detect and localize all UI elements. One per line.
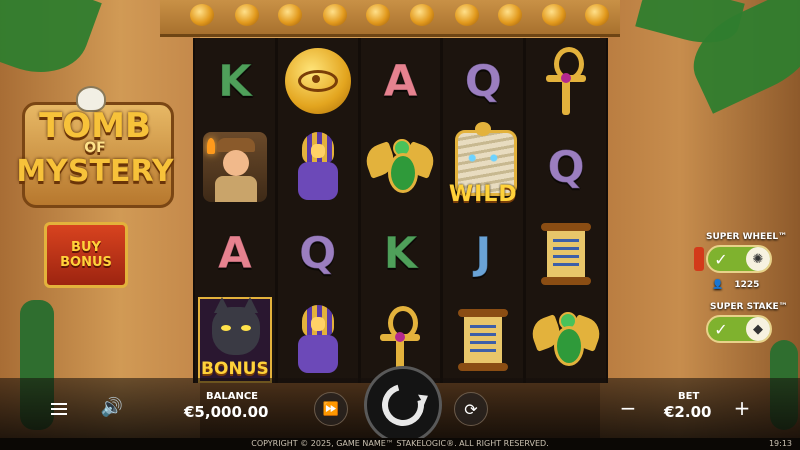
- symbol-letter: Q: [298, 228, 337, 280]
- symbol-pharaoh: [278, 124, 358, 210]
- symbol-scroll: [443, 297, 523, 383]
- symbol-a: A: [195, 211, 275, 297]
- super-stake-toggle[interactable]: ✓ ◆: [706, 315, 772, 343]
- super-wheel-indicator: [694, 247, 704, 271]
- symbol-j: J: [443, 211, 523, 297]
- symbol-k: K: [361, 211, 441, 297]
- clock: 19:13: [768, 439, 792, 448]
- symbol-explorer: [195, 124, 275, 210]
- reel-2: Q: [277, 38, 358, 383]
- orb-icon: [498, 4, 522, 26]
- wild-label: WILD: [448, 181, 518, 207]
- speaker-icon: 🔊: [100, 396, 124, 418]
- pharaoh-bust-icon: [294, 132, 342, 202]
- symbol-wild: WILD: [443, 122, 523, 210]
- reel-5: Q: [526, 38, 606, 383]
- explorer-icon: [202, 132, 267, 203]
- fast-forward-icon: ⏩: [322, 401, 340, 417]
- bet-decrease-button[interactable]: −: [616, 396, 640, 420]
- symbol-ankh: [526, 38, 606, 124]
- symbol-letter: Q: [464, 55, 502, 107]
- bet-increase-button[interactable]: +: [730, 396, 754, 420]
- autoplay-button[interactable]: ⟳: [454, 392, 488, 426]
- turbo-button[interactable]: ⏩: [314, 392, 348, 426]
- symbol-k: K: [195, 38, 275, 124]
- scarab-icon: [362, 137, 439, 197]
- check-icon: ✓: [714, 249, 728, 269]
- bast-cat-icon: BONUS: [197, 296, 272, 383]
- menu-button[interactable]: [46, 398, 72, 420]
- mummy-wild-icon: WILD: [447, 122, 519, 210]
- plus-icon: +: [733, 396, 751, 420]
- check-icon: ✓: [714, 319, 728, 339]
- symbol-scroll: [526, 211, 606, 297]
- balance-value: €5,000.00: [184, 403, 269, 421]
- reel-grid: K A BONUS Q A K Q WILD J Q: [193, 38, 608, 383]
- orb-icon: [585, 4, 609, 26]
- ankh-icon: [546, 47, 587, 116]
- orb-icon: [235, 4, 259, 26]
- symbol-q: Q: [443, 38, 523, 124]
- diamond-icon: ◆: [746, 317, 770, 341]
- game-logo: TOMB OF MYSTERY: [6, 86, 184, 210]
- user-icon: 👤: [712, 280, 724, 290]
- super-stake-label: SUPER STAKE™: [710, 302, 788, 312]
- eye-of-horus-coin-icon: [284, 48, 351, 115]
- orb-icon: [323, 4, 347, 26]
- super-wheel-count-value: 1225: [734, 280, 760, 290]
- ankh-icon: [380, 305, 421, 374]
- copyright-text: COPYRIGHT © 2025, GAME NAME™ STAKELOGIC®…: [251, 439, 549, 448]
- footer-bar: COPYRIGHT © 2025, GAME NAME™ STAKELOGIC®…: [0, 438, 800, 450]
- reel-4: Q WILD J: [443, 38, 524, 383]
- minus-icon: −: [619, 396, 637, 420]
- sound-button[interactable]: 🔊: [98, 394, 126, 420]
- orb-icon: [366, 4, 390, 26]
- papyrus-scroll-icon: [541, 221, 592, 287]
- balance-label: BALANCE: [206, 391, 259, 402]
- symbol-a: A: [361, 38, 441, 124]
- scarab-icon: [527, 310, 605, 370]
- bonus-label: BONUS: [201, 359, 269, 379]
- super-wheel-label: SUPER WHEEL™: [706, 232, 788, 242]
- reel-1: K A BONUS: [195, 38, 275, 383]
- spin-arrow-icon: [374, 376, 432, 434]
- symbol-pharaoh: [278, 297, 358, 383]
- papyrus-scroll-icon: [458, 307, 509, 373]
- buy-bonus-button[interactable]: BUY BONUS: [44, 222, 128, 288]
- orb-lintel: [160, 0, 620, 37]
- eye-orb-icon: [278, 4, 302, 26]
- symbol-letter: A: [383, 55, 418, 107]
- wheel-icon: ✺: [746, 247, 770, 271]
- bet-label: BET: [678, 391, 700, 402]
- buy-bonus-label-1: BUY: [71, 240, 101, 255]
- reel-3: A K: [360, 38, 441, 383]
- symbol-bonus: BONUS: [195, 296, 275, 383]
- autoplay-icon: ⟳: [464, 399, 478, 419]
- spin-button[interactable]: [364, 366, 442, 444]
- bet-value: €2.00: [664, 403, 712, 421]
- symbol-letter: K: [217, 55, 252, 107]
- symbol-scarab: [361, 124, 441, 210]
- buy-bonus-label-2: BONUS: [60, 255, 112, 270]
- symbol-letter: A: [217, 228, 252, 280]
- symbol-letter: K: [383, 228, 418, 280]
- super-wheel-toggle[interactable]: ✓ ✺: [706, 245, 772, 273]
- orb-icon: [190, 4, 214, 26]
- symbol-scarab: [526, 297, 606, 383]
- symbol-q: Q: [526, 124, 606, 210]
- orb-icon: [542, 4, 566, 26]
- super-wheel-count: 👤 1225: [712, 280, 759, 290]
- symbol-eye-coin: [278, 38, 358, 124]
- hamburger-icon: [51, 403, 67, 415]
- symbol-letter: Q: [547, 141, 585, 193]
- symbol-q: Q: [278, 211, 358, 297]
- symbol-letter: J: [475, 228, 492, 280]
- pharaoh-bust-icon: [294, 304, 342, 375]
- orb-icon: [410, 4, 434, 26]
- orb-icon: [455, 4, 479, 26]
- logo-line-mystery: MYSTERY: [16, 154, 174, 189]
